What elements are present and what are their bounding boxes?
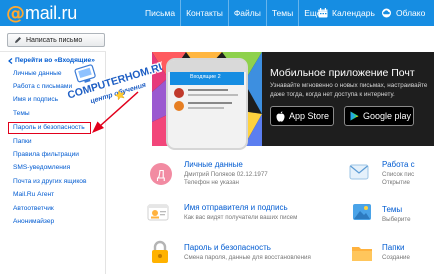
- google-play-icon: [350, 111, 359, 121]
- google-play-button[interactable]: Google play: [344, 106, 414, 126]
- phone-avatar: [174, 101, 184, 111]
- sidebar-item-anonymizer[interactable]: Анонимайзер: [13, 218, 54, 225]
- top-bar: @ mail.ru Письма Контакты Файлы Темы Ещё…: [0, 0, 434, 26]
- logo-at-sign: @: [6, 1, 25, 24]
- pencil-icon: [14, 36, 22, 44]
- tile-themes-desc: Выберите: [382, 216, 411, 223]
- image-theme-icon: [352, 203, 372, 226]
- tile-personal-title[interactable]: Личные данные: [184, 160, 243, 169]
- sidebar-item-folders[interactable]: Папки: [13, 138, 32, 145]
- tile-password-desc: Смена пароля, данные для восстановления: [184, 254, 311, 261]
- mailru-logo[interactable]: @ mail.ru: [6, 2, 77, 24]
- nav-files[interactable]: Файлы: [227, 0, 266, 26]
- tile-mail-work-title[interactable]: Работа с: [382, 160, 415, 169]
- back-to-inbox-link[interactable]: Перейти во «Входящие»: [8, 57, 95, 64]
- app-store-button[interactable]: App Store: [270, 106, 334, 126]
- sidebar-item-themes[interactable]: Темы: [13, 110, 30, 117]
- phone-status: [168, 60, 246, 72]
- folder-icon: [351, 244, 373, 267]
- calendar-label: Календарь: [332, 8, 375, 18]
- compose-label: Написать письмо: [26, 36, 83, 44]
- sidebar-item-name-signature[interactable]: Имя и подпись: [13, 96, 58, 103]
- sidebar-item-autoreply[interactable]: Автоответчик: [13, 205, 54, 212]
- tile-password-title[interactable]: Пароль и безопасность: [184, 243, 271, 252]
- tile-themes-title[interactable]: Темы: [382, 205, 402, 214]
- nav-mail[interactable]: Письма: [140, 0, 180, 26]
- id-card-icon: [147, 203, 169, 228]
- tile-personal-desc: Дмитрий Поляков 02.12.1977: [184, 171, 268, 178]
- phone-toolbar: Входящие 2: [170, 72, 244, 85]
- banner-title: Мобильное приложение Почт: [270, 67, 415, 79]
- phone-line: [188, 89, 228, 91]
- nav-themes[interactable]: Темы: [265, 0, 298, 26]
- calendar-link[interactable]: Календарь: [318, 0, 375, 26]
- tile-signature-title[interactable]: Имя отправителя и подпись: [184, 203, 288, 212]
- lock-icon: [150, 240, 170, 269]
- sidebar-item-sms[interactable]: SMS-уведомления: [13, 164, 70, 171]
- compose-button[interactable]: Написать письмо: [7, 33, 105, 47]
- back-label: Перейти во «Входящие»: [15, 57, 95, 64]
- tile-folders-title[interactable]: Папки: [382, 243, 405, 252]
- cloud-icon: [381, 8, 392, 18]
- sidebar-item-mail-work[interactable]: Работа с письмами: [13, 83, 72, 90]
- sidebar-item-other-mailboxes[interactable]: Почта из других ящиков: [13, 178, 86, 185]
- phone-line: [188, 94, 238, 96]
- google-play-label: Google play: [363, 111, 412, 121]
- highlight-frame: [8, 122, 91, 134]
- logo-text: mail.ru: [25, 2, 77, 23]
- tile-personal-desc-2: Телефон не указан: [184, 179, 239, 186]
- main-nav: Письма Контакты Файлы Темы Ещё: [140, 0, 327, 26]
- nav-contacts[interactable]: Контакты: [180, 0, 228, 26]
- phone-mockup: Входящие 2: [166, 58, 248, 150]
- user-letter-icon: Д: [150, 163, 172, 190]
- tile-mail-work-desc-2: Открытие: [382, 179, 410, 186]
- tile-folders-desc: Создание: [382, 254, 410, 261]
- sidebar-item-filters[interactable]: Правила фильтрации: [13, 151, 79, 158]
- sidebar-item-personal[interactable]: Личные данные: [13, 70, 62, 77]
- calendar-icon: [318, 8, 328, 18]
- user-letter: Д: [157, 168, 165, 182]
- phone-header-label: Входящие 2: [190, 74, 221, 80]
- back-arrow-icon: [8, 57, 13, 64]
- app-store-label: App Store: [289, 111, 330, 121]
- apple-icon: [276, 110, 285, 122]
- phone-line: [188, 102, 232, 104]
- settings-sidebar: Перейти во «Входящие» Личные данные Рабо…: [0, 52, 106, 274]
- phone-avatar: [174, 88, 184, 98]
- banner-description-2: даже тогда, когда нет доступа к интернет…: [270, 91, 395, 98]
- sidebar-item-agent[interactable]: Mail.Ru Агент: [13, 191, 54, 198]
- banner-description: Узнавайте мгновенно о новых письмах, нас…: [270, 82, 428, 89]
- tile-signature-desc: Как вас видят получатели ваших писем: [184, 214, 298, 221]
- phone-line: [188, 107, 224, 109]
- cloud-label: Облако: [396, 8, 426, 18]
- tile-mail-work-desc: Список пис: [382, 171, 415, 178]
- mail-settings-icon: [349, 162, 369, 187]
- cloud-link[interactable]: Облако: [381, 0, 425, 26]
